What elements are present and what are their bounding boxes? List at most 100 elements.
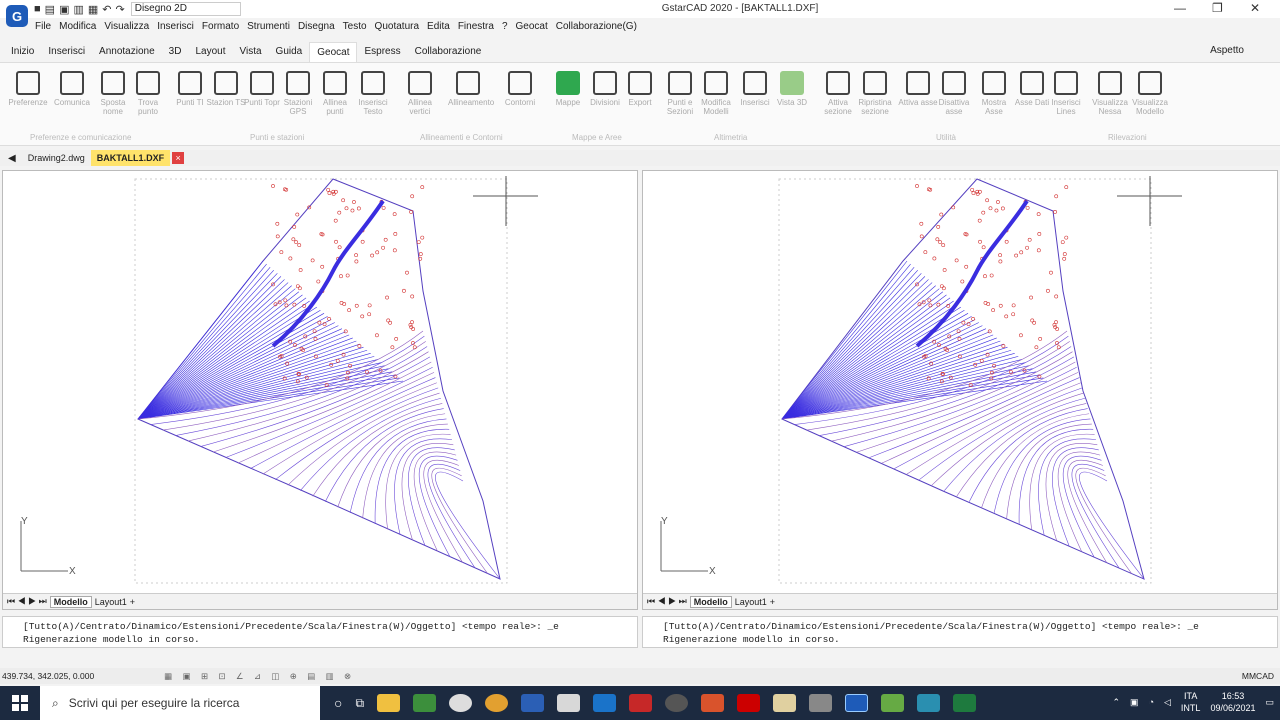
app-multicolor-icon[interactable] [881, 694, 905, 712]
aspetto-menu[interactable]: Aspetto [1210, 45, 1244, 56]
menu-item[interactable]: Visualizza [101, 19, 152, 35]
tool-button[interactable]: Stazioni GPS [278, 71, 318, 116]
chrome-icon[interactable] [485, 694, 509, 712]
tab-layout1[interactable]: Layout1 [735, 597, 767, 607]
tool-button[interactable]: Sposta nome [93, 71, 133, 116]
print-icon[interactable]: ▦ [88, 3, 98, 16]
network-icon[interactable] [809, 694, 833, 712]
viewport-left[interactable]: YX ⏮ ◀ ▶ ⏭ Modello Layout1 + [2, 170, 638, 610]
tab-layout1[interactable]: Layout1 [95, 597, 127, 607]
redo-icon[interactable]: ↷ [116, 3, 125, 16]
menu-item[interactable]: Testo [340, 19, 370, 35]
volume-icon[interactable]: ◁ [1164, 697, 1171, 708]
tool-button[interactable]: Inserisci [735, 71, 775, 107]
clock-app-icon[interactable] [449, 694, 473, 712]
tray-app-icon[interactable]: ▣ [1130, 697, 1139, 708]
tool-button[interactable]: Allinea vertici [400, 71, 440, 116]
clock[interactable]: 16:53 09/06/2021 [1210, 690, 1255, 714]
menu-item[interactable]: Collaborazione(G) [553, 19, 640, 35]
save-icon[interactable]: ▣ [59, 3, 69, 16]
tab-model[interactable]: Modello [49, 595, 92, 608]
tool-button[interactable]: Modifica Modelli [696, 71, 736, 116]
tool-button[interactable]: Inserisci Testo [353, 71, 393, 116]
tool-button[interactable]: Trova punto [128, 71, 168, 116]
menu-item[interactable]: Strumenti [244, 19, 293, 35]
input-language[interactable]: ITA INTL [1181, 690, 1201, 714]
cortana-icon[interactable]: ○ [334, 695, 342, 711]
restore-icon[interactable]: ❐ [1212, 1, 1223, 15]
menu-item[interactable]: Disegna [295, 19, 338, 35]
menu-item[interactable]: Modifica [56, 19, 99, 35]
tab-vista[interactable]: Vista [232, 42, 268, 62]
tool-button[interactable]: Divisioni [585, 71, 625, 107]
menu-item[interactable]: Geocat [513, 19, 551, 35]
tool-button[interactable]: Attiva sezione [818, 71, 858, 116]
explorer-icon[interactable] [377, 694, 401, 712]
windows-start-icon[interactable] [0, 686, 40, 720]
tool-button[interactable]: Mostra Asse [974, 71, 1014, 116]
tool-button[interactable]: Mappe [548, 71, 588, 107]
tab-inserisci[interactable]: Inserisci [41, 42, 92, 62]
tab-espress[interactable]: Espress [357, 42, 407, 62]
drawing-canvas-left[interactable]: YX [3, 171, 637, 591]
tool-button[interactable]: Disattiva asse [934, 71, 974, 116]
tool-button[interactable]: Allinea punti [315, 71, 355, 116]
tab-add[interactable]: + [770, 597, 775, 607]
menu-item[interactable]: File [32, 19, 54, 35]
wifi-icon[interactable]: ◔ [1149, 697, 1154, 707]
doc-tab[interactable]: Drawing2.dwg [22, 150, 91, 166]
app-blue-icon[interactable] [917, 694, 941, 712]
tool-button[interactable]: Punti TI [170, 71, 210, 107]
command-line-right[interactable]: [Tutto(A)/Centrato/Dinamico/Estensioni/P… [642, 616, 1278, 648]
tab-annotazione[interactable]: Annotazione [92, 42, 162, 62]
tool-button[interactable]: Attiva asse [898, 71, 938, 107]
tool-button[interactable]: Punti Topr [242, 71, 282, 107]
tab-inizio[interactable]: Inizio [4, 42, 41, 62]
saveas-icon[interactable]: ▥ [73, 3, 83, 16]
tab-geocat[interactable]: Geocat [309, 42, 358, 62]
tool-button[interactable]: Preferenze [8, 71, 48, 107]
menu-item[interactable]: Inserisci [154, 19, 197, 35]
doc-tab[interactable]: BAKTALL1.DXF [90, 150, 171, 166]
task-view-icon[interactable]: ⧉ [355, 696, 364, 711]
menu-item[interactable]: Formato [199, 19, 242, 35]
notifications-icon[interactable]: ▭ [1265, 697, 1274, 708]
close-icon[interactable]: ✕ [1250, 1, 1260, 15]
drawing-canvas-right[interactable]: YX [643, 171, 1277, 591]
document-icon[interactable] [773, 694, 797, 712]
outlook-icon[interactable] [593, 694, 617, 712]
tab-3d[interactable]: 3D [162, 42, 189, 62]
minimize-icon[interactable]: — [1174, 1, 1186, 15]
tab-model[interactable]: Modello [689, 595, 732, 608]
tool-button[interactable]: Vista 3D [772, 71, 812, 107]
filezilla-icon[interactable] [629, 694, 653, 712]
app-green-icon[interactable] [413, 694, 437, 712]
menu-item[interactable]: Finestra [455, 19, 497, 35]
tool-button[interactable]: Visualizza Modello [1130, 71, 1170, 116]
viewport-right[interactable]: YX ⏮ ◀ ▶ ⏭ Modello Layout1 + [642, 170, 1278, 610]
tab-layout[interactable]: Layout [188, 42, 232, 62]
tool-button[interactable]: Inserisci Lines [1046, 71, 1086, 116]
tool-button[interactable]: Comunica [52, 71, 92, 107]
menu-item[interactable]: Edita [424, 19, 453, 35]
powerpoint-icon[interactable] [701, 694, 725, 712]
settings-gear-icon[interactable] [665, 694, 689, 712]
tool-button[interactable]: Visualizza Nessa [1090, 71, 1130, 116]
doc-tab-nav-icon[interactable]: ◀ [8, 153, 16, 164]
open-icon[interactable]: ▤ [45, 3, 55, 16]
taskbar-search[interactable]: ⌕ Scrivi qui per eseguire la ricerca [40, 686, 320, 720]
app-logo[interactable]: G [6, 5, 28, 27]
gstarcad-taskbar-icon[interactable] [845, 694, 869, 712]
undo-icon[interactable]: ↶ [102, 3, 111, 16]
files-icon[interactable] [557, 694, 581, 712]
tray-arrow-icon[interactable]: ⌃ [1113, 697, 1121, 708]
new-icon[interactable]: ■ [34, 3, 41, 15]
tab-collaborazione[interactable]: Collaborazione [408, 42, 489, 62]
workspace-select[interactable]: Disegno 2D [130, 2, 241, 16]
excel-icon[interactable] [953, 694, 977, 712]
tab-add[interactable]: + [130, 597, 135, 607]
status-toggles-icon[interactable]: ▦ ▣ ⊞ ⊡ ∠ ⊿ ◫ ⊕ ▤ ▥ ⊗ [164, 671, 355, 682]
tool-button[interactable]: Export [620, 71, 660, 107]
tool-button[interactable]: Contorni [500, 71, 540, 107]
acrobat-icon[interactable] [737, 694, 761, 712]
